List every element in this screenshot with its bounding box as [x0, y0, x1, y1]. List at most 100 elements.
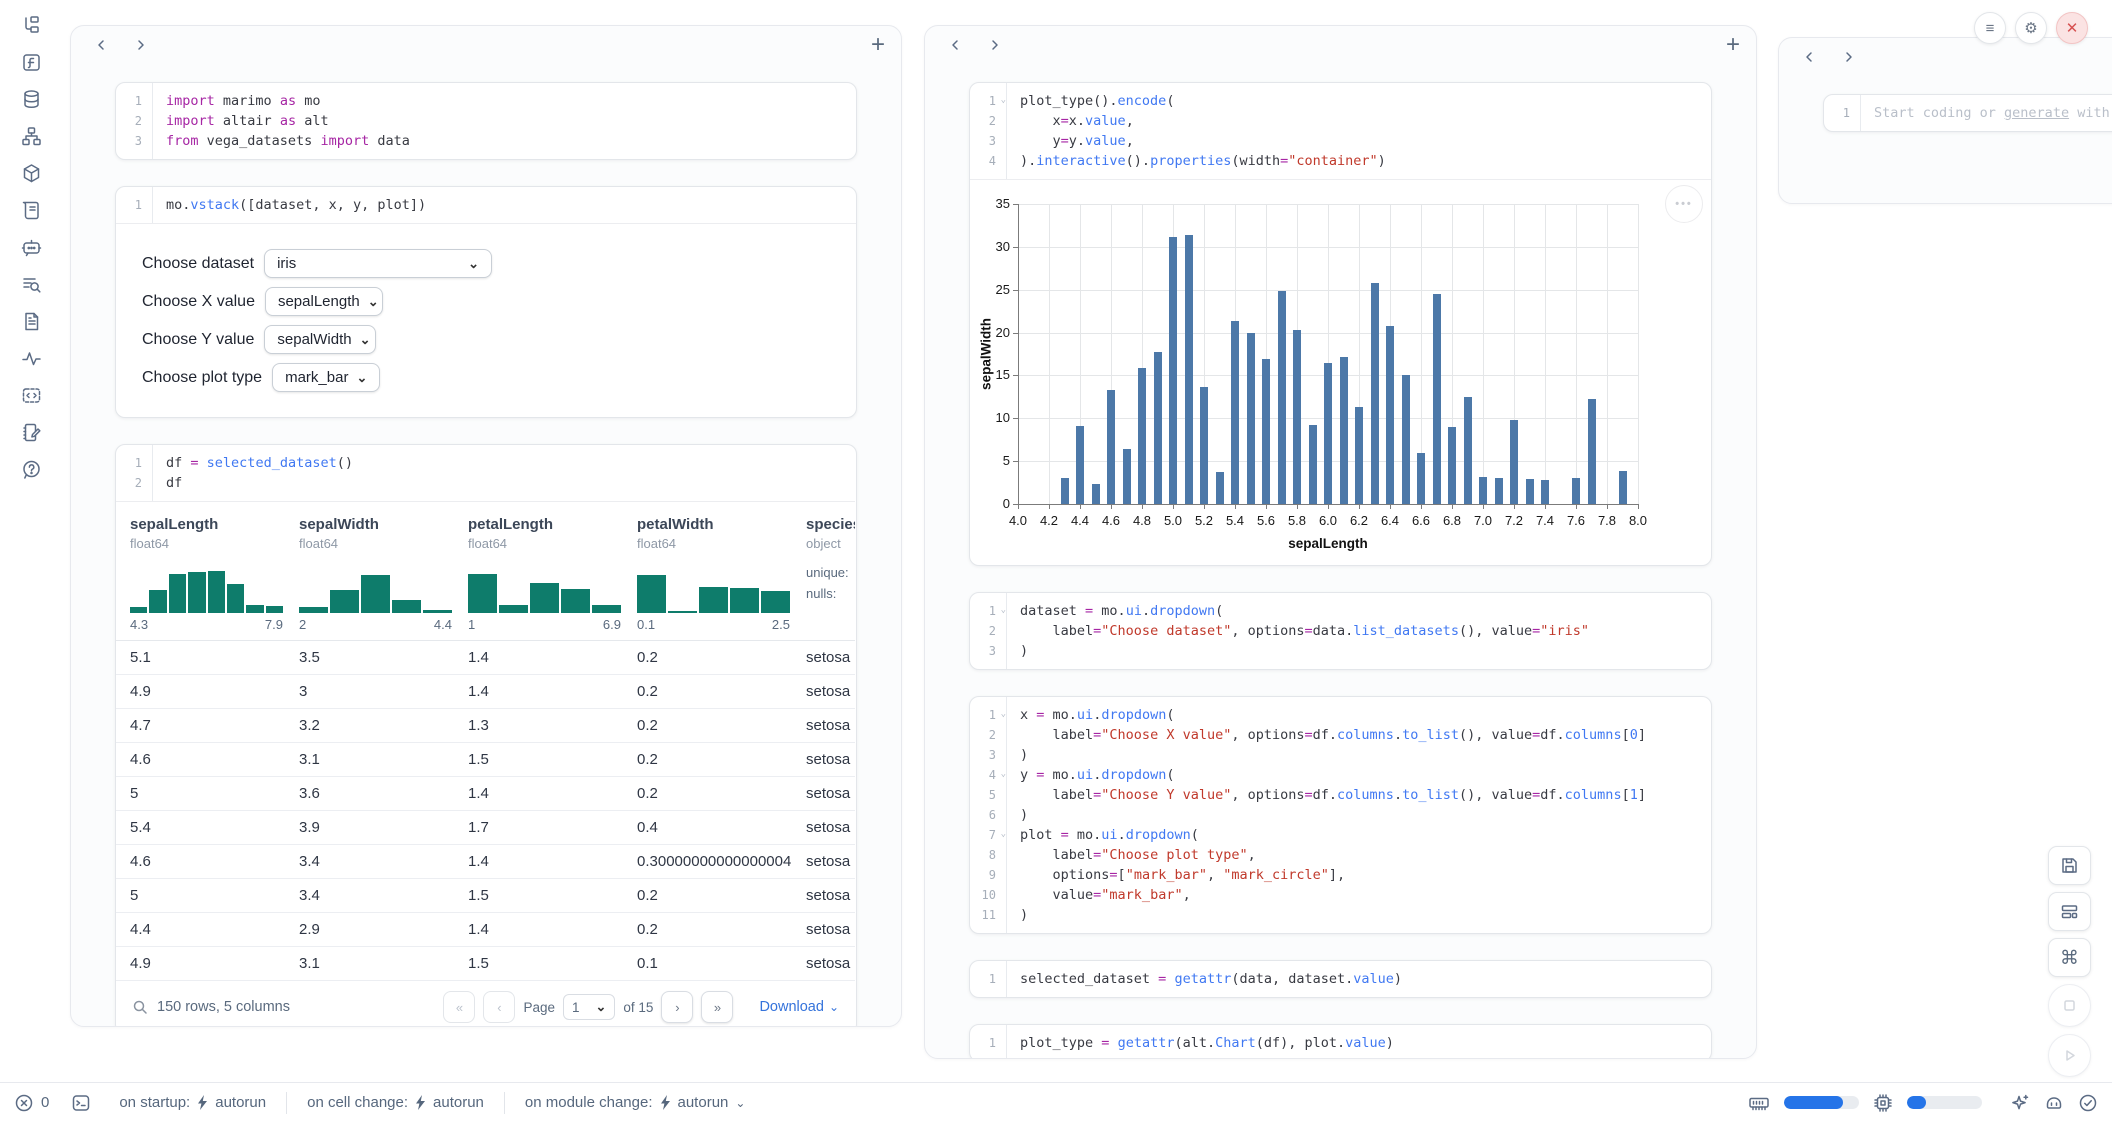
- settings-button[interactable]: ⚙: [2015, 12, 2047, 44]
- on-startup-setting[interactable]: on startup: autorun: [119, 1094, 266, 1111]
- next-page-button[interactable]: ›: [661, 991, 693, 1023]
- table-row[interactable]: 5.13.51.40.2setosa: [116, 641, 855, 675]
- column-prev-button[interactable]: [1795, 45, 1823, 69]
- chat-bot-icon[interactable]: [14, 236, 48, 258]
- cell-plot-type[interactable]: 1plot_type = getattr(alt.Chart(df), plot…: [969, 1024, 1712, 1059]
- help-icon[interactable]: [14, 458, 48, 480]
- table-row[interactable]: 4.63.41.40.30000000000000004setosa: [116, 845, 855, 879]
- list-search-icon[interactable]: [14, 273, 48, 295]
- scroll-icon[interactable]: [14, 199, 48, 221]
- chart-menu-button[interactable]: •••: [1665, 185, 1703, 223]
- table-column-header[interactable]: sepalWidthfloat6424.4: [299, 516, 468, 640]
- fold-chevron-icon[interactable]: ⌄: [1001, 764, 1006, 784]
- on-module-change-setting[interactable]: on module change: autorun ⌄: [525, 1094, 746, 1111]
- column-next-button[interactable]: [1835, 45, 1863, 69]
- line-number: 6: [970, 805, 1006, 825]
- table-row[interactable]: 4.63.11.50.2setosa: [116, 743, 855, 777]
- table-row[interactable]: 4.931.40.2setosa: [116, 675, 855, 709]
- column-left: + 1import marimo as mo2import altair as …: [70, 25, 902, 1027]
- cell-empty-ai[interactable]: 1 Start coding or generate with AI: [1823, 94, 2112, 132]
- chevron-down-icon: ⌄: [368, 294, 379, 310]
- table-row[interactable]: 4.42.91.40.2setosa: [116, 913, 855, 947]
- table-column-header[interactable]: sepalLengthfloat644.37.9: [130, 516, 299, 640]
- activity-icon[interactable]: [14, 347, 48, 369]
- code-line: 8 label="Choose plot type",: [970, 845, 1711, 865]
- cell-selected-dataset[interactable]: 1selected_dataset = getattr(data, datase…: [969, 960, 1712, 998]
- column-prev-button[interactable]: [87, 33, 115, 57]
- file-tree-icon[interactable]: [14, 14, 48, 36]
- notebook-edit-icon[interactable]: [14, 421, 48, 443]
- connection-status-button[interactable]: [2078, 1093, 2098, 1113]
- column-prev-button[interactable]: [941, 33, 969, 57]
- fold-chevron-icon[interactable]: ⌄: [1001, 824, 1006, 844]
- function-icon[interactable]: [14, 51, 48, 73]
- dropdown-select[interactable]: iris⌄: [264, 249, 492, 278]
- search-icon[interactable]: [132, 999, 149, 1016]
- ai-placeholder[interactable]: Start coding or generate with AI: [1860, 103, 2112, 123]
- copilot-button[interactable]: [2044, 1093, 2064, 1113]
- line-number: 10: [970, 885, 1006, 905]
- keyboard-shortcuts-button[interactable]: ⌘: [2048, 938, 2091, 977]
- table-column-header[interactable]: petalLengthfloat6416.9: [468, 516, 637, 640]
- cell-vstack[interactable]: 1mo.vstack([dataset, x, y, plot]) Choose…: [115, 186, 857, 418]
- fold-chevron-icon[interactable]: ⌄: [1001, 90, 1006, 110]
- download-button[interactable]: Download⌄: [759, 999, 839, 1015]
- cell-plot[interactable]: 1⌄plot_type().encode(2 x=x.value,3 y=y.v…: [969, 82, 1712, 566]
- add-cell-button[interactable]: +: [871, 33, 885, 57]
- code-editor[interactable]: 1⌄dataset = mo.ui.dropdown(2 label="Choo…: [970, 593, 1711, 669]
- dropdown-select[interactable]: sepalLength⌄: [265, 287, 383, 316]
- prev-page-button[interactable]: ‹: [483, 991, 515, 1023]
- chart-output: 4.04.24.44.64.85.05.25.45.65.86.06.26.46…: [970, 179, 1711, 565]
- error-counter[interactable]: 0: [14, 1093, 49, 1113]
- code-editor[interactable]: 1⌄x = mo.ui.dropdown(2 label="Choose X v…: [970, 697, 1711, 933]
- on-cell-change-setting[interactable]: on cell change: autorun: [307, 1094, 484, 1111]
- dropdown-select[interactable]: sepalWidth⌄: [264, 325, 376, 354]
- code-line: 3): [970, 745, 1711, 765]
- dropdown-select[interactable]: mark_bar⌄: [272, 363, 380, 392]
- first-page-button[interactable]: «: [443, 991, 475, 1023]
- code-editor[interactable]: 1⌄plot_type().encode(2 x=x.value,3 y=y.v…: [970, 83, 1711, 179]
- code-snippet-icon[interactable]: [14, 384, 48, 406]
- cell-dataframe[interactable]: 1df = selected_dataset()2df sepalLengthf…: [115, 444, 857, 1027]
- sitemap-icon[interactable]: [14, 125, 48, 147]
- page-select[interactable]: 1⌄: [563, 994, 615, 1020]
- column-left-header: +: [71, 26, 901, 64]
- line-number: 2: [970, 111, 1006, 131]
- layout-button[interactable]: [2048, 892, 2091, 931]
- save-button[interactable]: [2048, 846, 2091, 885]
- column-next-button[interactable]: [127, 33, 155, 57]
- menu-button[interactable]: ≡: [1974, 12, 2006, 44]
- database-icon[interactable]: [14, 88, 48, 110]
- generate-link[interactable]: generate: [2004, 105, 2069, 121]
- code-editor[interactable]: 1df = selected_dataset()2df: [116, 445, 856, 501]
- table-row[interactable]: 5.43.91.70.4setosa: [116, 811, 855, 845]
- stop-button[interactable]: [2048, 984, 2091, 1027]
- add-cell-button[interactable]: +: [1726, 33, 1740, 57]
- table-row[interactable]: 53.61.40.2setosa: [116, 777, 855, 811]
- ai-sparkles-button[interactable]: [2010, 1093, 2030, 1113]
- column-next-button[interactable]: [981, 33, 1009, 57]
- code-editor[interactable]: 1selected_dataset = getattr(data, datase…: [970, 961, 1711, 997]
- table-row[interactable]: 4.73.21.30.2setosa: [116, 709, 855, 743]
- chevron-down-icon: ⌄: [360, 332, 371, 348]
- table-row[interactable]: 53.41.50.2setosa: [116, 879, 855, 913]
- code-editor[interactable]: 1import marimo as mo2import altair as al…: [116, 83, 856, 159]
- close-button[interactable]: ✕: [2056, 12, 2088, 44]
- document-icon[interactable]: [14, 310, 48, 332]
- table-column-header[interactable]: petalWidthfloat640.12.5: [637, 516, 806, 640]
- terminal-button[interactable]: [71, 1093, 91, 1113]
- dropdown-row: Choose Y valuesepalWidth⌄: [142, 325, 830, 354]
- code-editor[interactable]: 1 Start coding or generate with AI: [1824, 95, 2112, 131]
- code-editor[interactable]: 1mo.vstack([dataset, x, y, plot]): [116, 187, 856, 223]
- cell-dataset-dropdown[interactable]: 1⌄dataset = mo.ui.dropdown(2 label="Choo…: [969, 592, 1712, 670]
- cell-imports[interactable]: 1import marimo as mo2import altair as al…: [115, 82, 857, 160]
- table-column-header[interactable]: speciesobjectunique:nulls:: [806, 516, 855, 640]
- last-page-button[interactable]: »: [701, 991, 733, 1023]
- table-row[interactable]: 4.93.11.50.1setosa: [116, 947, 855, 981]
- fold-chevron-icon[interactable]: ⌄: [1001, 600, 1006, 620]
- code-editor[interactable]: 1plot_type = getattr(alt.Chart(df), plot…: [970, 1025, 1711, 1059]
- run-button[interactable]: [2048, 1034, 2091, 1077]
- cell-xy-plot-dropdowns[interactable]: 1⌄x = mo.ui.dropdown(2 label="Choose X v…: [969, 696, 1712, 934]
- package-icon[interactable]: [14, 162, 48, 184]
- fold-chevron-icon[interactable]: ⌄: [1001, 704, 1006, 724]
